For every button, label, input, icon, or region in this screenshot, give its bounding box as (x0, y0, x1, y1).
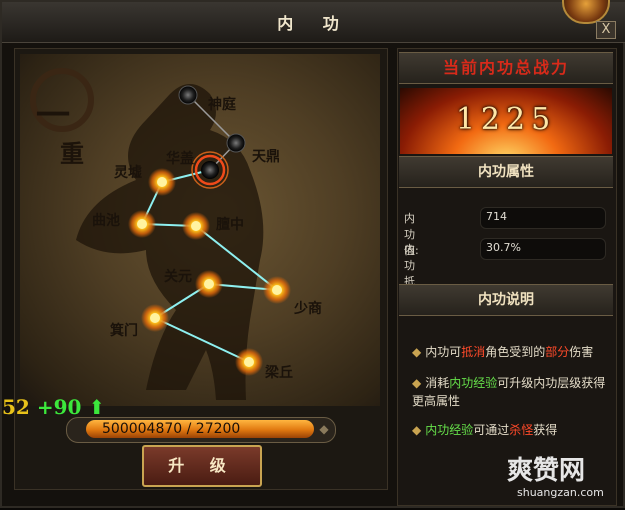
meridian-node-label: 曲池 (92, 213, 120, 229)
bullet-icon: ◆ (412, 345, 422, 359)
desc-text: 内功可 (425, 345, 462, 359)
close-button[interactable]: X (596, 21, 616, 39)
power-header: 当前内功总战力 (399, 52, 613, 84)
description-header: 内功说明 (399, 284, 613, 316)
desc-highlight: 抵消 (461, 345, 486, 359)
attribute-value: 30.7% (486, 241, 521, 254)
bullet-icon: ◆ (412, 376, 422, 390)
meridian-node-label: 梁丘 (265, 365, 293, 381)
meridian-stats: 52 +90 ⬆ (2, 395, 132, 419)
up-arrow-icon: ⬆ (88, 395, 106, 419)
attribute-value: 714 (486, 210, 507, 223)
desc-highlight: 内功经验 (449, 376, 498, 390)
stat-bonus-value: +90 (36, 395, 82, 419)
desc-text: 伤害 (569, 345, 594, 359)
watermark-url: shuangzan.com (517, 486, 604, 499)
attributes-header: 内功属性 (399, 156, 613, 188)
upgrade-button[interactable]: 升 级 (142, 445, 262, 487)
power-value: 1225 (455, 102, 557, 137)
watermark-text: 爽赞网 (507, 456, 586, 486)
meridian-node-label: 关元 (164, 269, 192, 285)
desc-highlight: 杀怪 (509, 423, 534, 437)
meridian-node-label: 神庭 (208, 97, 236, 113)
window-title: 内 功 (277, 14, 351, 33)
desc-text: 获得 (533, 423, 558, 437)
bar-cap-right-icon: ◆ (319, 422, 329, 436)
experience-text: 500004870 / 27200 (102, 421, 241, 437)
description-line: ◆ 内功经验可通过杀怪获得 (412, 421, 610, 439)
description-line: ◆ 消耗内功经验可升级内功层级获得更高属性 (412, 374, 610, 410)
rank-character-level: 重 (60, 139, 84, 168)
meridian-node-label: 少商 (294, 301, 322, 317)
desc-highlight: 内功经验 (425, 423, 474, 437)
desc-text: 可通过 (473, 423, 510, 437)
stat-base-value: 52 (2, 395, 30, 419)
meridian-window: 内 功 X 一 重 神庭天鼎 华盖灵墟曲池 膻中关元少商箕门梁丘 (0, 0, 625, 508)
desc-text: 消耗 (425, 376, 450, 390)
rank-character-one: 一 (36, 96, 70, 136)
desc-highlight: 部分 (545, 345, 570, 359)
title-bar[interactable]: 内 功 (2, 2, 625, 43)
desc-text: 角色受到的 (485, 345, 546, 359)
watermark: 爽赞网 shuangzan.com (507, 450, 617, 502)
description-line: ◆ 内功可抵消角色受到的部分伤害 (412, 343, 610, 361)
meridian-node-label: 灵墟 (114, 165, 142, 181)
meridian-node-label: 箕门 (110, 323, 138, 339)
meridian-node-label: 天鼎 (252, 149, 280, 165)
bullet-icon: ◆ (412, 423, 422, 437)
meridian-node-label: 华盖 (166, 151, 194, 167)
meridian-node-label: 膻中 (216, 217, 244, 233)
